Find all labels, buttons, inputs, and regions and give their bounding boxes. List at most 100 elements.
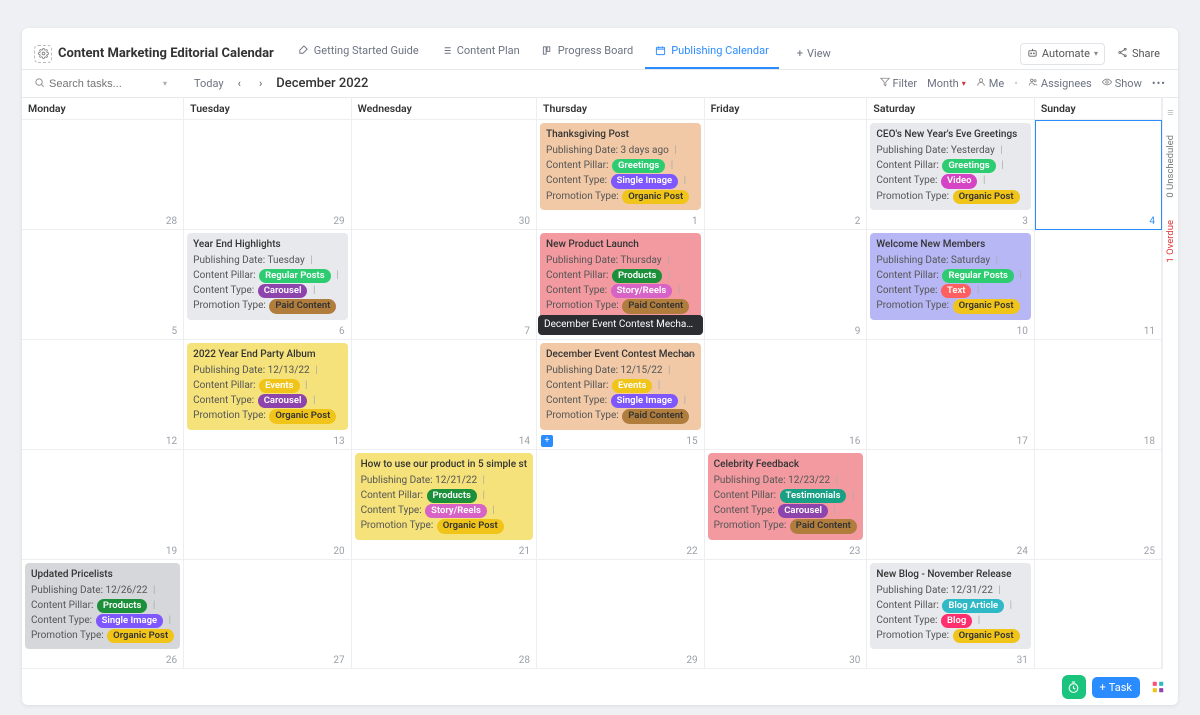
- calendar-cell[interactable]: December Event Contest Mechan•••Publishi…: [537, 340, 705, 450]
- calendar-cell[interactable]: 14+: [352, 340, 537, 450]
- add-view-button[interactable]: + View: [789, 43, 839, 64]
- me-label: Me: [989, 77, 1004, 90]
- calendar-cell[interactable]: 12+: [22, 340, 184, 450]
- calendar-cell[interactable]: 4+: [1035, 120, 1162, 230]
- task-card[interactable]: Celebrity FeedbackPublishing Date: 12/23…: [708, 453, 864, 540]
- calendar-cell[interactable]: 24+: [867, 450, 1034, 560]
- rail-handle-icon[interactable]: ≡: [1167, 106, 1173, 119]
- chevron-down-icon[interactable]: ▾: [163, 79, 167, 88]
- calendar-cell[interactable]: New Product LaunchPublishing Date: Thurs…: [537, 230, 705, 340]
- gear-icon[interactable]: [34, 45, 52, 63]
- day-number: 16: [849, 436, 860, 447]
- calendar-cell[interactable]: 2+: [705, 120, 868, 230]
- day-number: 28: [166, 216, 177, 227]
- calendar-cell[interactable]: 5+: [22, 230, 184, 340]
- calendar-cell[interactable]: Welcome New MembersPublishing Date: Satu…: [867, 230, 1034, 340]
- search-input[interactable]: [49, 78, 159, 90]
- task-card[interactable]: Thanksgiving PostPublishing Date: 3 days…: [540, 123, 701, 210]
- quick-add-button[interactable]: +: [541, 435, 553, 447]
- tab-label: Content Plan: [457, 44, 520, 57]
- task-card[interactable]: How to use our product in 5 simple stPub…: [355, 453, 533, 540]
- next-month-button[interactable]: ›: [255, 77, 266, 90]
- tab-content-plan[interactable]: Content Plan: [431, 38, 530, 69]
- calendar-cell[interactable]: Updated PricelistsPublishing Date: 12/26…: [22, 560, 184, 670]
- new-task-button[interactable]: + Task: [1092, 677, 1140, 698]
- tab-label: Publishing Calendar: [671, 44, 769, 57]
- calendar-cell[interactable]: 27+: [184, 560, 351, 670]
- calendar-cell[interactable]: 25+: [1035, 450, 1162, 560]
- calendar-cell[interactable]: 7+: [352, 230, 537, 340]
- more-options-button[interactable]: •••: [1152, 77, 1166, 90]
- me-toggle[interactable]: Me: [976, 77, 1004, 90]
- tab-label: Getting Started Guide: [314, 44, 419, 57]
- calendar-cell[interactable]: 29+: [537, 560, 705, 670]
- calendar-cell[interactable]: Thanksgiving PostPublishing Date: 3 days…: [537, 120, 705, 230]
- period-select[interactable]: Month ▾: [927, 77, 966, 90]
- hover-tooltip: December Event Contest Mechanics: [538, 315, 703, 335]
- automate-button[interactable]: Automate ▾: [1020, 43, 1105, 65]
- calendar-cell[interactable]: How to use our product in 5 simple stPub…: [352, 450, 537, 560]
- plus-icon: +: [1100, 681, 1106, 694]
- task-card[interactable]: Updated PricelistsPublishing Date: 12/26…: [25, 563, 180, 650]
- tab-getting-started-guide[interactable]: Getting Started Guide: [288, 38, 429, 69]
- prev-month-button[interactable]: ‹: [234, 77, 245, 90]
- day-number: 10: [1017, 326, 1028, 337]
- task-card[interactable]: CEO's New Year's Eve GreetingsPublishing…: [870, 123, 1030, 210]
- dow-header: Friday: [705, 98, 868, 120]
- rail-unscheduled-tab[interactable]: 0 Unscheduled: [1165, 129, 1176, 204]
- calendar-cell[interactable]: 9+: [705, 230, 868, 340]
- calendar-cell[interactable]: 17+: [867, 340, 1034, 450]
- calendar-cell[interactable]: 28+: [352, 560, 537, 670]
- tab-progress-board[interactable]: Progress Board: [532, 38, 644, 69]
- search-wrap: ▾: [34, 77, 184, 91]
- day-number: 6: [339, 326, 345, 337]
- automate-label: Automate: [1042, 47, 1090, 60]
- chevron-down-icon: ▾: [962, 79, 966, 88]
- day-number: 30: [519, 216, 530, 227]
- calendar-cell[interactable]: 30+: [705, 560, 868, 670]
- dow-header: Saturday: [867, 98, 1034, 120]
- calendar-cell[interactable]: New Blog - November ReleasePublishing Da…: [867, 560, 1034, 670]
- show-button[interactable]: Show: [1102, 77, 1142, 90]
- calendar-cell[interactable]: 16+: [705, 340, 868, 450]
- calendar-cell[interactable]: 22+: [537, 450, 705, 560]
- task-card[interactable]: New Blog - November ReleasePublishing Da…: [870, 563, 1030, 650]
- card-more-button[interactable]: •••: [681, 347, 696, 364]
- task-card[interactable]: Year End HighlightsPublishing Date: Tues…: [187, 233, 347, 320]
- task-card[interactable]: New Product LaunchPublishing Date: Thurs…: [540, 233, 701, 320]
- calendar-cell[interactable]: 30+: [352, 120, 537, 230]
- calendar-cell[interactable]: Year End HighlightsPublishing Date: Tues…: [184, 230, 351, 340]
- today-button[interactable]: Today: [194, 77, 224, 90]
- day-number: 13: [333, 436, 344, 447]
- assignees-button[interactable]: Assignees: [1028, 77, 1092, 90]
- task-card[interactable]: 2022 Year End Party AlbumPublishing Date…: [187, 343, 347, 430]
- calendar-cell[interactable]: 11+: [1035, 230, 1162, 340]
- tab-publishing-calendar[interactable]: Publishing Calendar: [645, 38, 779, 69]
- timer-fab[interactable]: [1062, 675, 1086, 699]
- card-title: Celebrity Feedback: [714, 458, 858, 472]
- footer-bar: + Task: [22, 669, 1178, 705]
- share-icon: [1117, 47, 1128, 61]
- day-number: 5: [172, 326, 178, 337]
- calendar-cell[interactable]: 20+: [184, 450, 351, 560]
- filter-button[interactable]: Filter: [880, 77, 918, 90]
- add-view-label: View: [807, 47, 831, 60]
- calendar-cell[interactable]: 2022 Year End Party AlbumPublishing Date…: [184, 340, 351, 450]
- rail-overdue-tab[interactable]: 1 Overdue: [1165, 214, 1176, 269]
- day-number: 31: [1017, 655, 1028, 666]
- share-button[interactable]: Share: [1111, 44, 1166, 64]
- calendar-cell[interactable]: Celebrity FeedbackPublishing Date: 12/23…: [705, 450, 868, 560]
- apps-button[interactable]: [1146, 675, 1170, 699]
- calendar-cell[interactable]: 19+: [22, 450, 184, 560]
- page-title: Content Marketing Editorial Calendar: [58, 46, 274, 61]
- calendar-cell[interactable]: +: [1035, 560, 1162, 670]
- calendar-cell[interactable]: 18+: [1035, 340, 1162, 450]
- day-number: 25: [1144, 546, 1155, 557]
- task-card[interactable]: Welcome New MembersPublishing Date: Satu…: [870, 233, 1030, 320]
- day-number: 19: [166, 546, 177, 557]
- task-card[interactable]: December Event Contest Mechan•••Publishi…: [540, 343, 701, 430]
- calendar-cell[interactable]: CEO's New Year's Eve GreetingsPublishing…: [867, 120, 1034, 230]
- calendar-cell[interactable]: 28+: [22, 120, 184, 230]
- day-number: 24: [1017, 546, 1028, 557]
- calendar-cell[interactable]: 29+: [184, 120, 351, 230]
